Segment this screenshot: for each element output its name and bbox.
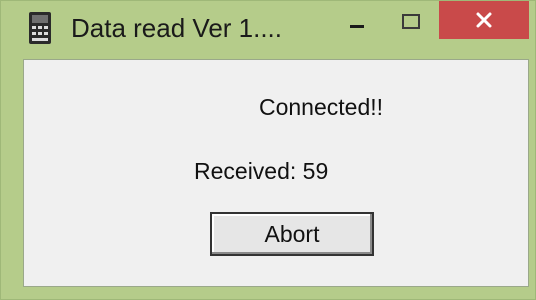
- connection-status: Connected!!: [258, 94, 384, 120]
- minimize-icon: [350, 25, 364, 28]
- calculator-device-icon: [29, 12, 51, 44]
- data-read-window: Data read Ver 1.... Connected!! Received…: [0, 0, 536, 300]
- dialog-body: Connected!! Received: 59 Abort: [23, 59, 529, 287]
- title-bar[interactable]: Data read Ver 1....: [1, 1, 535, 53]
- maximize-button[interactable]: [393, 7, 429, 37]
- window-title: Data read Ver 1....: [71, 13, 283, 43]
- minimize-button[interactable]: [339, 7, 375, 37]
- close-icon: [476, 12, 492, 28]
- maximize-icon: [402, 14, 420, 29]
- close-button[interactable]: [439, 1, 529, 39]
- received-count: Received: 59: [194, 158, 329, 184]
- abort-button[interactable]: Abort: [210, 212, 374, 256]
